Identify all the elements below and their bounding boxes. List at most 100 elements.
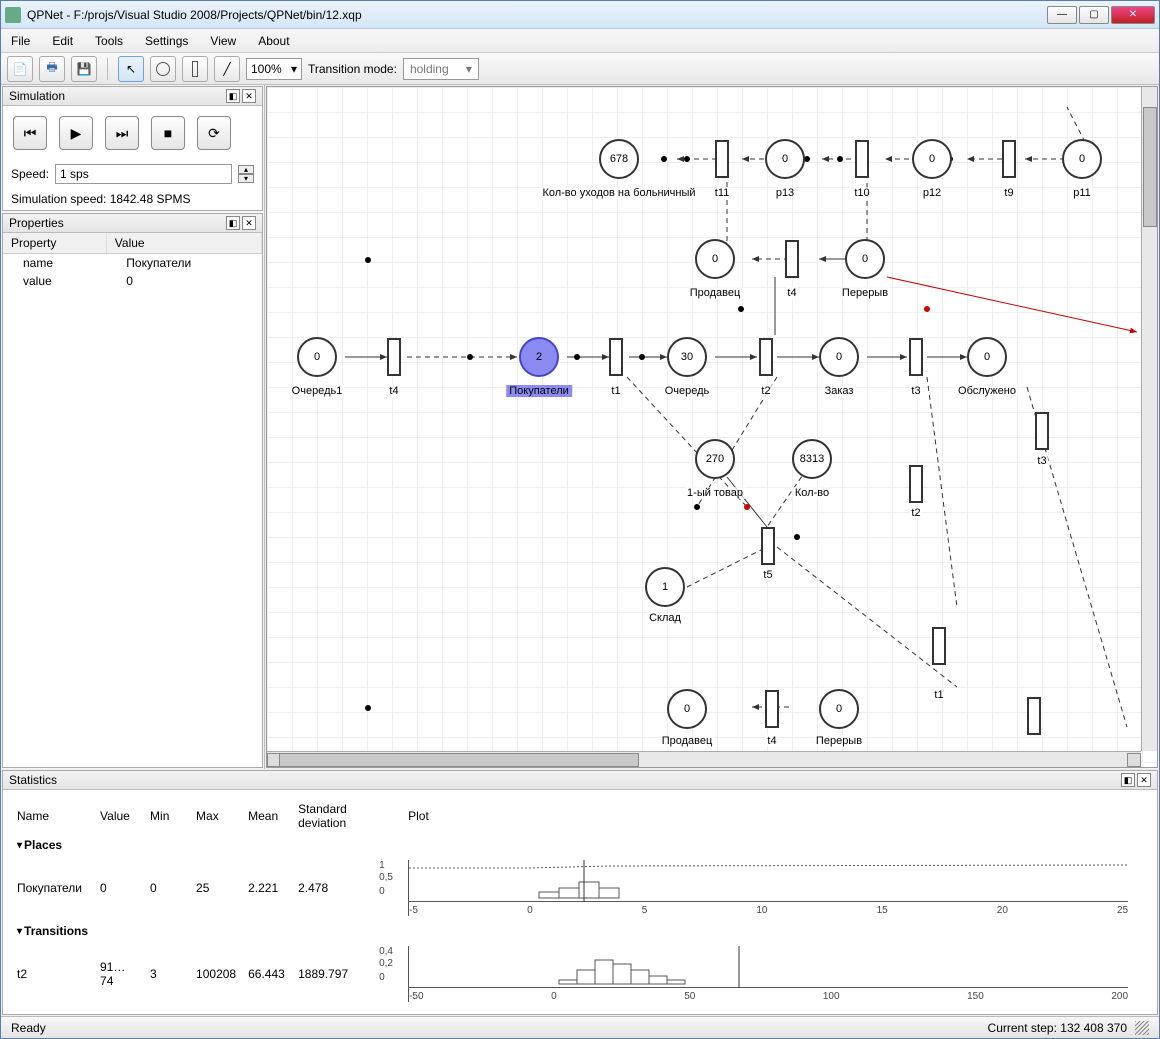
properties-panel-header[interactable]: Properties ◧ ✕: [3, 214, 262, 233]
col-property[interactable]: Property: [3, 233, 106, 254]
chevron-up-icon[interactable]: ▴: [238, 165, 254, 174]
close-icon[interactable]: ✕: [1137, 773, 1151, 787]
speed-spinner[interactable]: ▴▾: [238, 165, 254, 183]
transition-t11[interactable]: [715, 140, 729, 178]
place-queue[interactable]: 30: [667, 337, 707, 377]
maximize-button[interactable]: ▢: [1079, 6, 1109, 24]
scroll-right-arrow[interactable]: [1127, 753, 1141, 767]
place-order[interactable]: 0: [819, 337, 859, 377]
transition-t1b[interactable]: [932, 627, 946, 665]
titlebar: QPNet - F:/projs/Visual Studio 2008/Proj…: [1, 1, 1159, 29]
pointer-tool[interactable]: ↖: [118, 56, 144, 82]
place-seller2[interactable]: 0: [667, 689, 707, 729]
scrollbar-thumb[interactable]: [279, 753, 639, 767]
place-buyers[interactable]: 2: [519, 337, 559, 377]
menu-settings[interactable]: Settings: [141, 32, 192, 50]
transition-t9[interactable]: [1002, 140, 1016, 178]
cell-min: 3: [144, 942, 190, 1006]
place-678[interactable]: 678: [599, 139, 639, 179]
undock-icon[interactable]: ◧: [226, 216, 240, 230]
cell-name: Покупатели: [11, 856, 94, 920]
scrollbar-vertical[interactable]: [1141, 87, 1157, 751]
col-name[interactable]: Name: [11, 798, 94, 834]
place-label: Заказ: [823, 385, 856, 397]
transition-t3a[interactable]: [909, 338, 923, 376]
place-break2[interactable]: 0: [819, 689, 859, 729]
step-forward-button[interactable]: ⏭: [105, 116, 139, 150]
menu-view[interactable]: View: [206, 32, 240, 50]
section-transitions[interactable]: Transitions: [11, 920, 94, 942]
table-row[interactable]: name Покупатели: [3, 254, 262, 273]
col-min[interactable]: Min: [144, 798, 190, 834]
transition-t2[interactable]: [759, 338, 773, 376]
section-places[interactable]: Places: [11, 834, 94, 856]
place-store[interactable]: 1: [645, 567, 685, 607]
play-button[interactable]: ▶: [59, 116, 93, 150]
print-button[interactable]: 🖶: [39, 56, 65, 82]
resize-grip[interactable]: [1135, 1021, 1149, 1035]
canvas[interactable]: 678 Кол-во уходов на больничный t11 0 p1…: [266, 86, 1158, 768]
step-back-button[interactable]: ⏮: [13, 116, 47, 150]
arc-tool[interactable]: ╱: [214, 56, 240, 82]
menu-tools[interactable]: Tools: [91, 32, 127, 50]
transition-partial[interactable]: [1027, 697, 1041, 735]
statistics-panel: Statistics ◧ ✕ Name Value Min Max Mean S…: [2, 770, 1158, 1015]
transition-t5[interactable]: [761, 527, 775, 565]
col-value[interactable]: Value: [94, 798, 144, 834]
prop-val: 0: [106, 272, 261, 290]
place-label: Очередь1: [290, 385, 345, 397]
zoom-combo[interactable]: 100%▾: [246, 58, 302, 80]
col-plot[interactable]: Plot: [402, 798, 1149, 834]
stop-button[interactable]: ■: [151, 116, 185, 150]
col-sd[interactable]: Standard deviation: [292, 798, 402, 834]
transition-t2b[interactable]: [909, 465, 923, 503]
menu-file[interactable]: File: [7, 32, 34, 50]
speed-input[interactable]: [55, 164, 232, 184]
minimize-button[interactable]: —: [1047, 6, 1077, 24]
main-body: Simulation ◧ ✕ ⏮ ▶ ⏭ ■ ⟳ Speed: ▴▾: [1, 85, 1159, 769]
close-icon[interactable]: ✕: [242, 89, 256, 103]
place-p13[interactable]: 0: [765, 139, 805, 179]
transition-tool[interactable]: [182, 56, 208, 82]
transition-t4c[interactable]: [765, 690, 779, 728]
place-p11[interactable]: 0: [1062, 139, 1102, 179]
new-button[interactable]: 📄: [7, 56, 33, 82]
col-value[interactable]: Value: [106, 233, 261, 254]
scrollbar-thumb[interactable]: [1143, 107, 1157, 227]
simulation-panel-header[interactable]: Simulation ◧ ✕: [3, 87, 262, 106]
place-seller[interactable]: 0: [695, 239, 735, 279]
place-p12[interactable]: 0: [912, 139, 952, 179]
close-icon[interactable]: ✕: [242, 216, 256, 230]
transition-label: t11: [713, 187, 731, 199]
close-button[interactable]: ✕: [1111, 6, 1155, 24]
transition-mode-combo[interactable]: holding▾: [403, 58, 479, 80]
transition-label: t1: [609, 385, 622, 397]
transition-t4a[interactable]: [785, 240, 799, 278]
transition-t4b[interactable]: [387, 338, 401, 376]
transition-t3b[interactable]: [1035, 412, 1049, 450]
place-value: 270: [706, 453, 724, 465]
place-break[interactable]: 0: [845, 239, 885, 279]
menu-about[interactable]: About: [254, 32, 293, 50]
transition-t1[interactable]: [609, 338, 623, 376]
place-tool[interactable]: [150, 56, 176, 82]
place-item1[interactable]: 270: [695, 439, 735, 479]
place-qty[interactable]: 8313: [792, 439, 832, 479]
menu-edit[interactable]: Edit: [48, 32, 77, 50]
col-mean[interactable]: Mean: [242, 798, 292, 834]
place-queue1[interactable]: 0: [297, 337, 337, 377]
undock-icon[interactable]: ◧: [1121, 773, 1135, 787]
table-row[interactable]: t2 91…74 3 100208 66.443 1889.797 0,40,2…: [11, 942, 1149, 1006]
save-button[interactable]: 💾: [71, 56, 97, 82]
table-row[interactable]: Покупатели 0 0 25 2.221 2.478 10,50: [11, 856, 1149, 920]
col-max[interactable]: Max: [190, 798, 242, 834]
transition-t10[interactable]: [855, 140, 869, 178]
statistics-panel-header[interactable]: Statistics ◧ ✕: [3, 771, 1157, 790]
chevron-down-icon[interactable]: ▾: [238, 174, 254, 183]
scrollbar-horizontal[interactable]: [267, 751, 1141, 767]
place-served[interactable]: 0: [967, 337, 1007, 377]
table-row[interactable]: value 0: [3, 272, 262, 290]
place-value: 0: [836, 703, 842, 715]
reset-button[interactable]: ⟳: [197, 116, 231, 150]
undock-icon[interactable]: ◧: [226, 89, 240, 103]
